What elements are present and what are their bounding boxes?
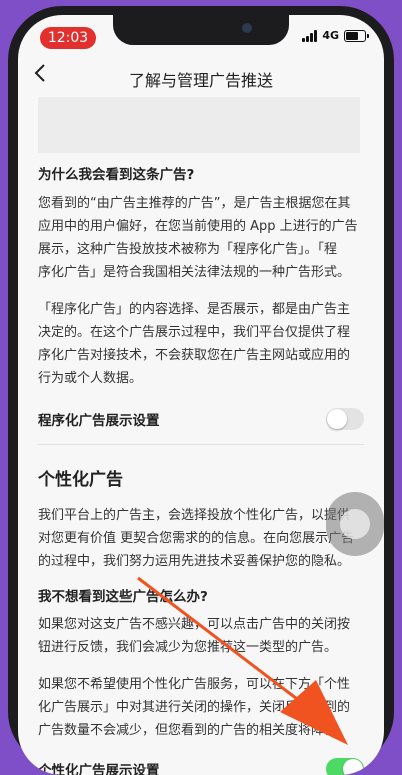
annotation-arrow-icon [137,576,348,745]
personalized-ad-toggle[interactable] [326,758,364,775]
setting-row-personalized: 个性化广告展示设置 [38,754,364,775]
setting-label: 个性化广告展示设置 [38,763,160,775]
